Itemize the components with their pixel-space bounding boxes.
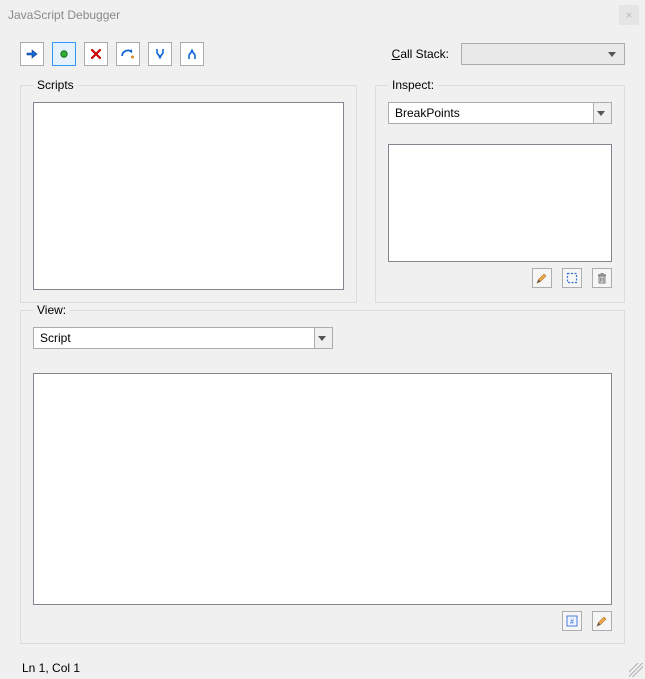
- inspect-listbox[interactable]: [388, 144, 612, 262]
- cursor-position: Ln 1, Col 1: [22, 661, 80, 675]
- step-into-icon: [153, 47, 167, 61]
- callstack-label: Call Stack:: [392, 47, 449, 61]
- trash-icon: [595, 271, 609, 285]
- arrow-right-icon: [25, 47, 39, 61]
- hash-icon: #: [565, 614, 579, 628]
- step-out-button[interactable]: [180, 42, 204, 66]
- inspect-selector[interactable]: BreakPoints: [388, 102, 612, 124]
- scripts-group: Scripts: [20, 78, 357, 303]
- breakpoint-toggle-button[interactable]: [52, 42, 76, 66]
- chevron-down-icon: [593, 103, 611, 123]
- window-title: JavaScript Debugger: [8, 8, 120, 22]
- toggle-linenumbers-button[interactable]: #: [562, 611, 582, 631]
- delete-breakpoint-button[interactable]: [592, 268, 612, 288]
- view-textarea[interactable]: [33, 373, 612, 605]
- scripts-listbox[interactable]: [33, 102, 344, 290]
- step-out-icon: [185, 47, 199, 61]
- svg-text:#: #: [570, 617, 574, 626]
- edit-breakpoint-button[interactable]: [532, 268, 552, 288]
- inspect-group: Inspect: BreakPoints: [375, 78, 625, 303]
- scripts-legend: Scripts: [33, 78, 78, 92]
- inspect-legend: Inspect:: [388, 78, 438, 92]
- select-breakpoint-button[interactable]: [562, 268, 582, 288]
- inspect-selector-value: BreakPoints: [395, 106, 460, 120]
- callstack-dropdown[interactable]: [461, 43, 625, 65]
- toolbar: Call Stack:: [20, 42, 625, 66]
- step-over-button[interactable]: [116, 42, 140, 66]
- edit-script-button[interactable]: [592, 611, 612, 631]
- statusbar: Ln 1, Col 1: [0, 657, 645, 679]
- view-group: View: Script #: [20, 303, 625, 644]
- pencil-icon: [595, 614, 609, 628]
- stop-button[interactable]: [84, 42, 108, 66]
- pencil-icon: [535, 271, 549, 285]
- close-button[interactable]: ×: [619, 5, 639, 25]
- view-selector-value: Script: [40, 331, 71, 345]
- titlebar: JavaScript Debugger ×: [0, 0, 645, 30]
- resize-grip[interactable]: [629, 663, 643, 677]
- breakpoint-icon: [57, 47, 71, 61]
- step-into-button[interactable]: [148, 42, 172, 66]
- view-selector[interactable]: Script: [33, 327, 333, 349]
- chevron-down-icon: [314, 328, 332, 348]
- x-icon: [89, 47, 103, 61]
- run-button[interactable]: [20, 42, 44, 66]
- view-legend: View:: [33, 303, 70, 317]
- select-icon: [565, 271, 579, 285]
- step-over-icon: [120, 47, 136, 61]
